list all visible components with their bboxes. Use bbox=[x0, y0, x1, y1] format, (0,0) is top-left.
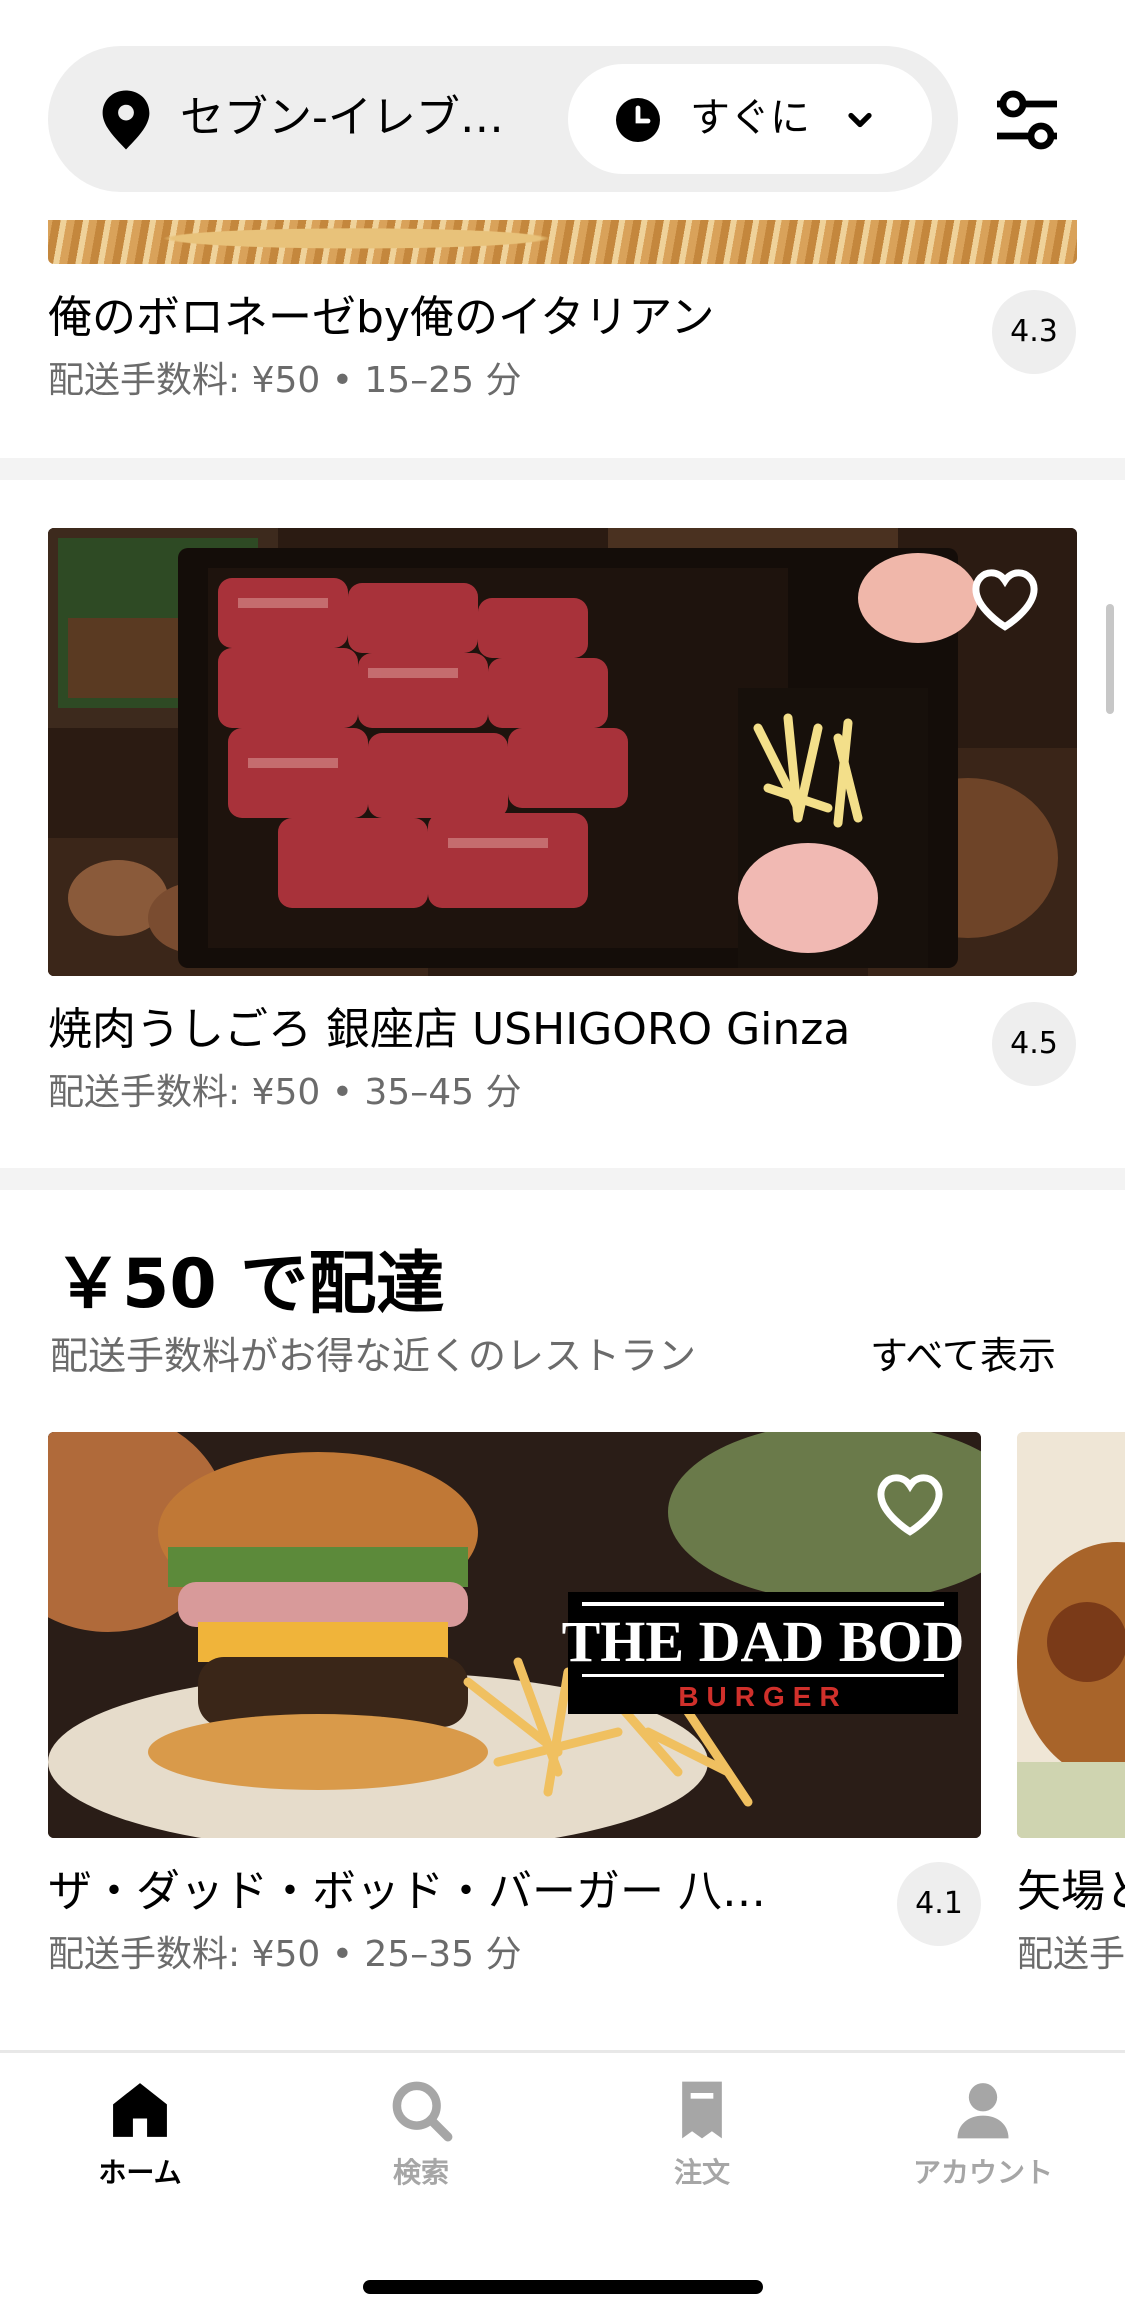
location-pin-icon bbox=[102, 90, 150, 150]
nav-item-account[interactable]: アカウント bbox=[883, 2075, 1083, 2205]
see-all-link[interactable]: すべて表示 bbox=[870, 1330, 1056, 1382]
burger-photo: THE DAD BOD BURGER bbox=[48, 1432, 981, 1838]
section-title: ￥50 で配達 bbox=[54, 1245, 445, 1324]
store-card-image[interactable]: THE DAD BOD BURGER bbox=[48, 1432, 981, 1838]
section-subtitle: 配送手数料がお得な近くのレストラン bbox=[50, 1334, 697, 1378]
scrollbar[interactable] bbox=[1106, 604, 1114, 714]
search-icon bbox=[392, 2081, 453, 2142]
logo-text-line2: BURGER bbox=[678, 1681, 847, 1712]
store-card-meta: 配送手数料: ¥50 • 25–35 分 bbox=[48, 1934, 522, 1975]
store-rating-badge: 4.5 bbox=[992, 1002, 1076, 1086]
section-divider bbox=[0, 1168, 1125, 1190]
home-icon bbox=[113, 2083, 167, 2137]
logo-text-line1: THE DAD BOD bbox=[562, 1609, 965, 1674]
store-card-image[interactable] bbox=[1017, 1432, 1125, 1838]
nav-item-orders[interactable]: 注文 bbox=[602, 2075, 802, 2205]
chevron-down-icon bbox=[848, 112, 872, 128]
nav-label: アカウント bbox=[912, 2156, 1053, 2189]
nav-label: ホーム bbox=[98, 2156, 182, 2189]
store-name[interactable]: 焼肉うしごろ 銀座店 USHIGORO Ginza bbox=[48, 1000, 978, 1060]
store-meta: 配送手数料: ¥50 • 35–45 分 bbox=[48, 1072, 522, 1113]
clock-icon bbox=[616, 98, 660, 142]
store-rating-badge: 4.3 bbox=[992, 290, 1076, 374]
nav-item-search[interactable]: 検索 bbox=[321, 2075, 521, 2205]
store-name[interactable]: 俺のボロネーゼby俺のイタリアン bbox=[48, 288, 978, 348]
store-card-meta: 配送手数料 bbox=[1017, 1934, 1125, 1975]
filter-icon[interactable] bbox=[990, 84, 1064, 156]
nav-item-home[interactable]: ホーム bbox=[40, 2075, 240, 2205]
store-meta: 配送手数料: ¥50 • 15–25 分 bbox=[48, 360, 522, 401]
favorite-heart-icon[interactable] bbox=[875, 1472, 945, 1536]
katsu-photo bbox=[1017, 1432, 1125, 1838]
wagyu-bento-photo bbox=[48, 528, 1077, 976]
store-image[interactable] bbox=[48, 528, 1077, 976]
section-divider bbox=[0, 458, 1125, 480]
home-indicator[interactable] bbox=[363, 2280, 763, 2294]
account-icon bbox=[957, 2083, 1009, 2139]
top-bar: セブン-イレブ… すぐに bbox=[0, 0, 1125, 220]
nav-label: 注文 bbox=[673, 2156, 730, 2189]
delivery-location-label[interactable]: セブン-イレブ… bbox=[180, 88, 540, 148]
delivery-time-label: すぐに bbox=[690, 95, 810, 141]
nav-label: 検索 bbox=[392, 2156, 449, 2189]
store-card-name[interactable]: ザ・ダッド・ボッド・バーガー 八… bbox=[48, 1862, 878, 1922]
store-card-name[interactable]: 矢場とん bbox=[1017, 1862, 1125, 1922]
favorite-heart-icon[interactable] bbox=[970, 567, 1040, 631]
store-rating-badge: 4.1 bbox=[897, 1862, 981, 1946]
receipt-icon bbox=[682, 2081, 722, 2139]
